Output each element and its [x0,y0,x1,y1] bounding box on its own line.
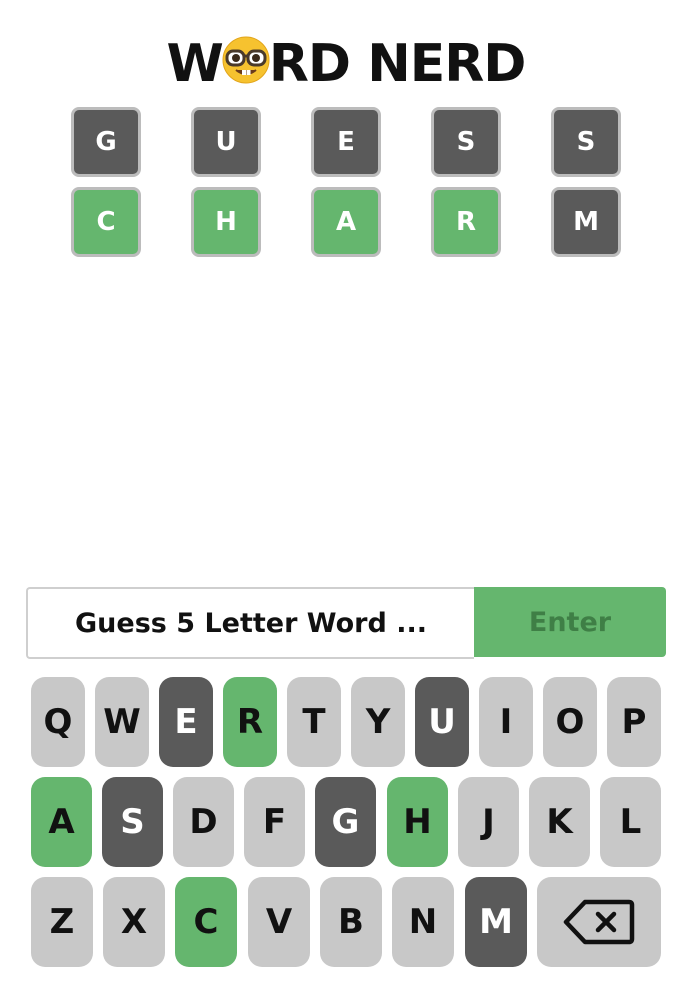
key-n[interactable]: N [392,877,454,967]
key-h[interactable]: H [387,777,448,867]
backspace-icon [563,899,635,945]
key-v[interactable]: V [248,877,310,967]
key-g[interactable]: G [315,777,376,867]
backspace-key[interactable] [537,877,661,967]
nerd-face-icon [221,35,271,85]
key-r[interactable]: R [223,677,277,767]
key-u[interactable]: U [415,677,469,767]
key-c[interactable]: C [175,877,237,967]
title-part-2: RD NERD [268,34,527,94]
key-y[interactable]: Y [351,677,405,767]
key-o[interactable]: O [543,677,597,767]
key-x[interactable]: X [103,877,165,967]
tile: G [71,107,141,177]
key-p[interactable]: P [607,677,661,767]
tile: M [551,187,621,257]
title-part-1: W [166,34,224,94]
key-t[interactable]: T [287,677,341,767]
key-w[interactable]: W [95,677,149,767]
key-f[interactable]: F [244,777,305,867]
key-m[interactable]: M [465,877,527,967]
tile: E [311,107,381,177]
tile: S [551,107,621,177]
tile: C [71,187,141,257]
key-j[interactable]: J [458,777,519,867]
tile: S [431,107,501,177]
key-i[interactable]: I [479,677,533,767]
key-e[interactable]: E [159,677,213,767]
enter-button[interactable]: Enter [474,587,666,657]
key-q[interactable]: Q [31,677,85,767]
key-s[interactable]: S [102,777,163,867]
key-b[interactable]: B [320,877,382,967]
key-k[interactable]: K [529,777,590,867]
key-d[interactable]: D [173,777,234,867]
key-a[interactable]: A [31,777,92,867]
tile: U [191,107,261,177]
tile: R [431,187,501,257]
key-z[interactable]: Z [31,877,93,967]
tile: A [311,187,381,257]
tile: H [191,187,261,257]
game-title: W RD NERD [0,34,692,94]
key-l[interactable]: L [600,777,661,867]
guess-input[interactable]: Guess 5 Letter Word ... [26,587,474,659]
